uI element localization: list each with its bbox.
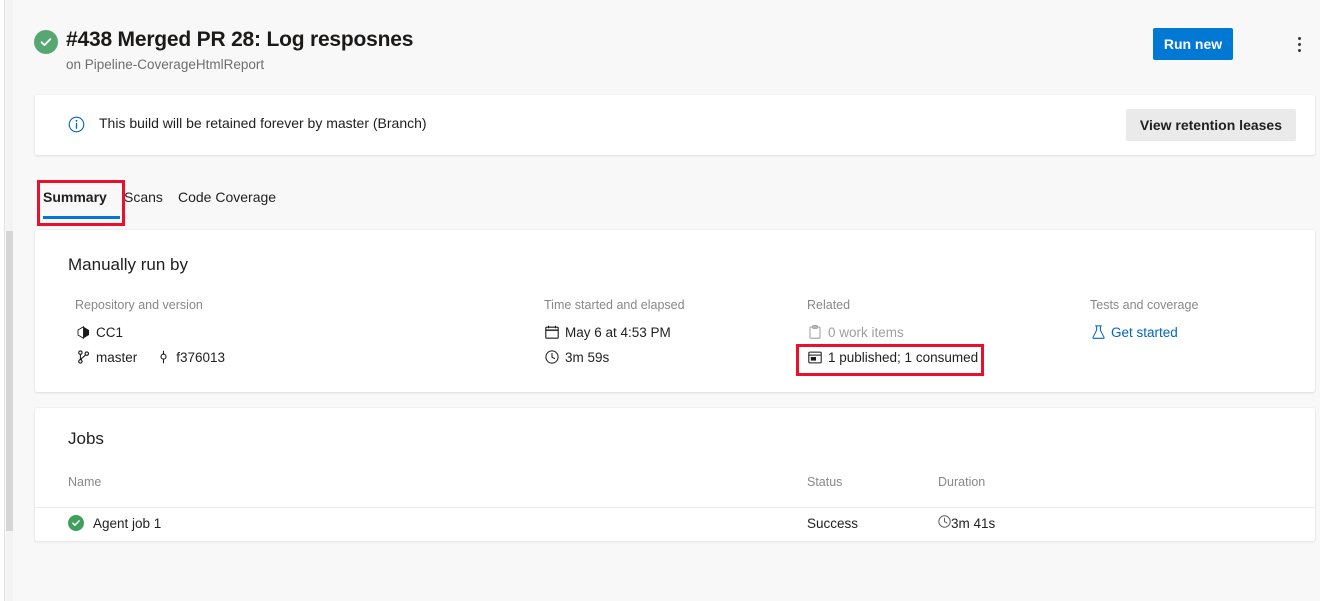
success-check-icon bbox=[34, 30, 58, 54]
azure-repos-icon bbox=[75, 326, 91, 339]
page-content: #438 Merged PR 28: Log resposnes on Pipe… bbox=[13, 0, 1320, 601]
clock-icon bbox=[938, 515, 951, 531]
beaker-icon bbox=[1090, 325, 1106, 339]
elapsed-row: 3m 59s bbox=[544, 346, 794, 368]
work-item-icon bbox=[807, 325, 823, 339]
page-left-edge bbox=[0, 0, 5, 601]
jobs-card: Jobs Name Status Duration Agent job 1 Su… bbox=[35, 408, 1315, 541]
clock-icon bbox=[544, 350, 560, 364]
run-new-button[interactable]: Run new bbox=[1153, 28, 1233, 60]
commit-icon bbox=[155, 350, 171, 364]
detail-column-repository: Repository and version CC1 bbox=[75, 298, 495, 368]
table-row[interactable]: Agent job 1 Success 3m 41s bbox=[35, 507, 1315, 542]
success-check-icon bbox=[68, 515, 84, 531]
repository-name: CC1 bbox=[96, 325, 123, 340]
job-name-label: Agent job 1 bbox=[93, 516, 161, 531]
detail-column-related: Related 0 work items bbox=[807, 298, 1057, 368]
run-header: #438 Merged PR 28: Log resposnes on Pipe… bbox=[13, 0, 1320, 84]
detail-column-label: Related bbox=[807, 298, 1057, 312]
artifact-icon bbox=[807, 351, 823, 364]
tab-scans[interactable]: Scans bbox=[124, 180, 174, 226]
column-header-status: Status bbox=[807, 475, 842, 489]
artifacts-row[interactable]: 1 published; 1 consumed bbox=[807, 346, 1057, 368]
jobs-heading: Jobs bbox=[68, 429, 104, 449]
branch-commit-row[interactable]: master f376013 bbox=[75, 346, 495, 368]
run-trigger-heading: Manually run by bbox=[68, 255, 188, 275]
info-circle-icon bbox=[68, 116, 85, 133]
tab-bar: Summary Scans Code Coverage bbox=[35, 180, 1315, 226]
branch-name: master bbox=[96, 350, 137, 365]
detail-column-tests: Tests and coverage Get started bbox=[1090, 298, 1310, 343]
job-name-cell: Agent job 1 bbox=[68, 513, 161, 533]
work-items-value: 0 work items bbox=[828, 325, 904, 340]
detail-column-label: Tests and coverage bbox=[1090, 298, 1310, 312]
vertical-scrollbar-thumb[interactable] bbox=[6, 231, 13, 531]
start-time-value: May 6 at 4:53 PM bbox=[565, 325, 671, 340]
commit-hash: f376013 bbox=[176, 350, 225, 365]
detail-column-label: Time started and elapsed bbox=[544, 298, 794, 312]
tab-code-coverage[interactable]: Code Coverage bbox=[178, 180, 274, 226]
pipeline-subtitle: on Pipeline-CoverageHtmlReport bbox=[66, 57, 264, 72]
branch-icon bbox=[75, 350, 91, 364]
pipeline-run-page: #438 Merged PR 28: Log resposnes on Pipe… bbox=[0, 0, 1320, 601]
more-vertical-icon[interactable] bbox=[1285, 30, 1313, 58]
repository-row[interactable]: CC1 bbox=[75, 321, 495, 343]
elapsed-value: 3m 59s bbox=[565, 350, 609, 365]
column-header-name: Name bbox=[68, 475, 101, 489]
tests-get-started-row[interactable]: Get started bbox=[1090, 321, 1310, 343]
detail-column-label: Repository and version bbox=[75, 298, 495, 312]
jobs-table-header: Name Status Duration bbox=[35, 470, 1315, 508]
tests-get-started-link: Get started bbox=[1111, 325, 1178, 340]
column-header-duration: Duration bbox=[938, 475, 985, 489]
tab-summary[interactable]: Summary bbox=[43, 180, 120, 226]
view-retention-leases-button[interactable]: View retention leases bbox=[1126, 109, 1296, 141]
work-items-row[interactable]: 0 work items bbox=[807, 321, 1057, 343]
retention-message: This build will be retained forever by m… bbox=[99, 115, 427, 131]
run-details-card: Manually run by Repository and version C… bbox=[35, 230, 1315, 392]
job-duration-cell: 3m 41s bbox=[938, 513, 995, 533]
detail-column-time: Time started and elapsed May 6 at 4:53 P… bbox=[544, 298, 794, 368]
retention-banner: This build will be retained forever by m… bbox=[35, 95, 1315, 155]
job-status-cell: Success bbox=[807, 513, 858, 533]
artifacts-value: 1 published; 1 consumed bbox=[828, 350, 978, 365]
calendar-icon bbox=[544, 325, 560, 339]
start-time-row: May 6 at 4:53 PM bbox=[544, 321, 794, 343]
page-title: #438 Merged PR 28: Log resposnes bbox=[66, 28, 413, 52]
job-duration-label: 3m 41s bbox=[951, 516, 995, 531]
